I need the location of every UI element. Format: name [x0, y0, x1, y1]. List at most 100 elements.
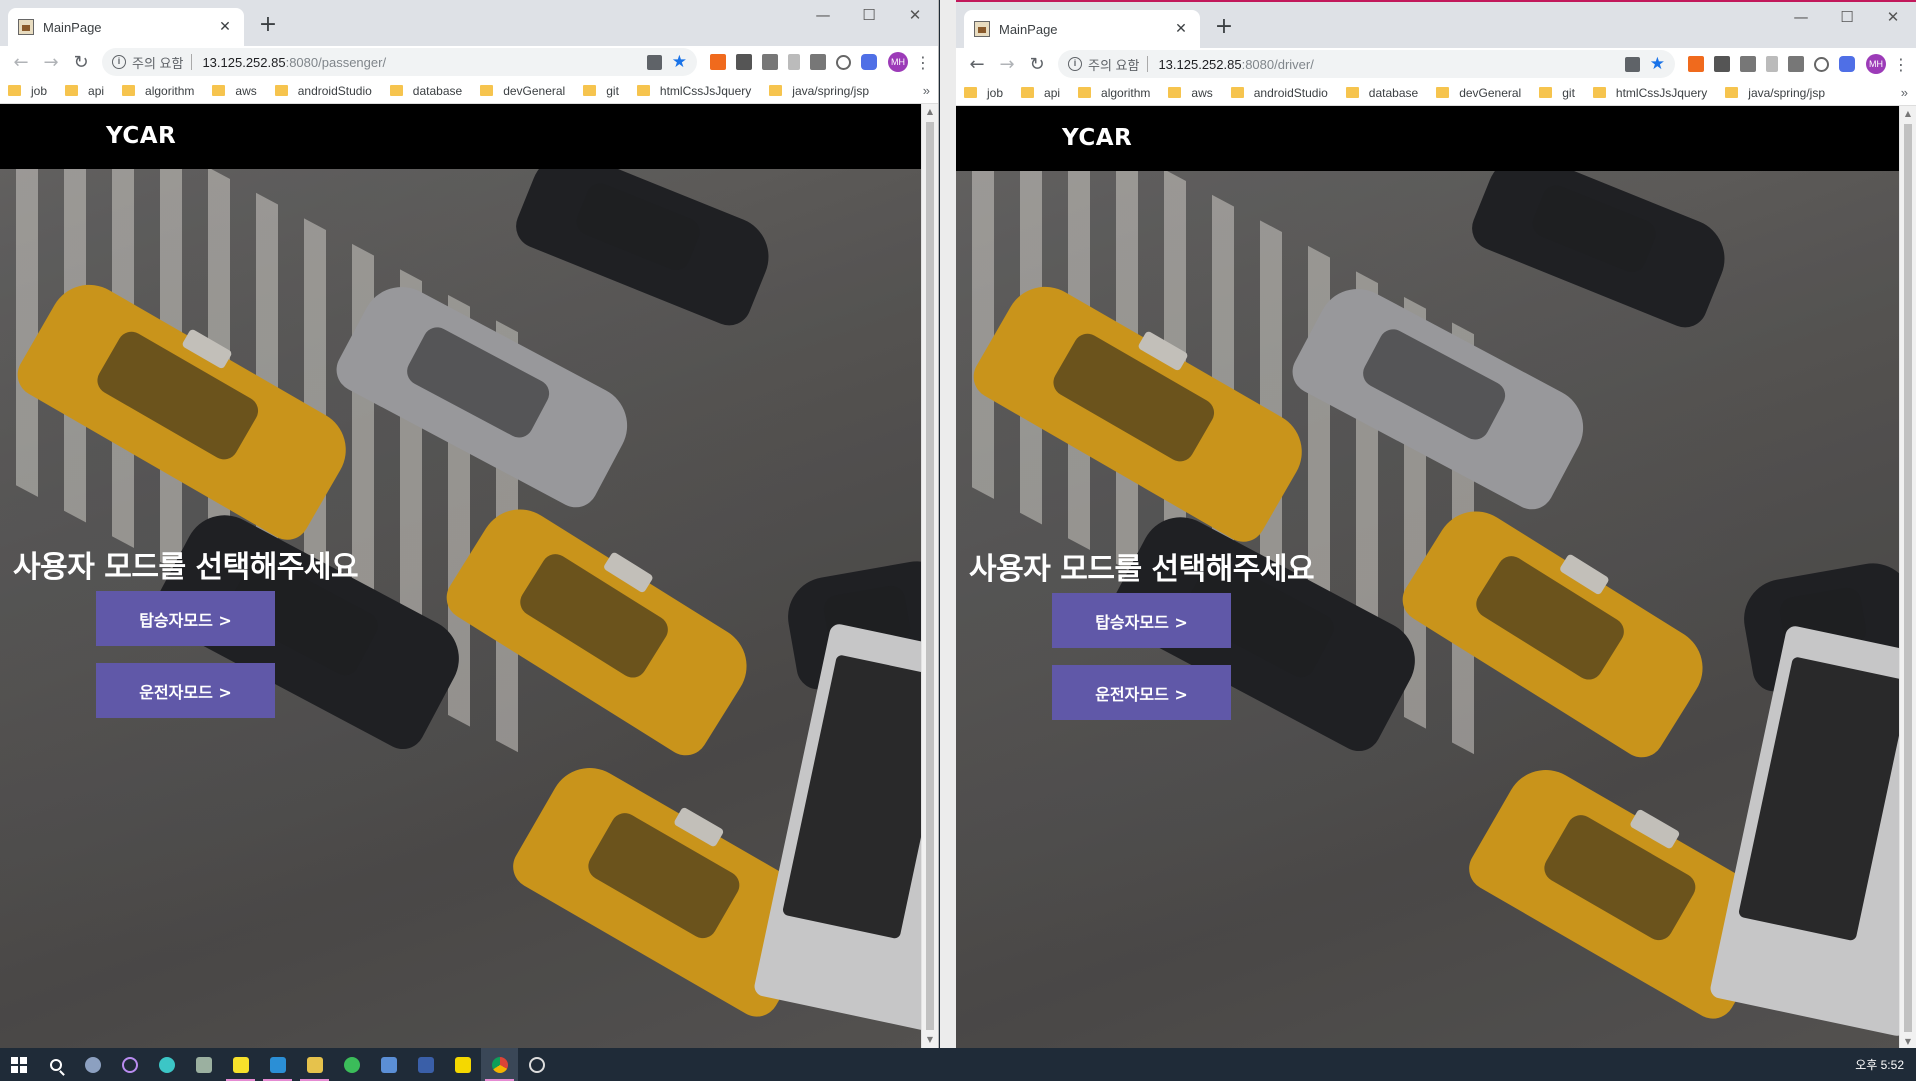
browser-tab[interactable]: MainPage ✕ [964, 10, 1200, 48]
bookmark-folder[interactable]: htmlCssJsJquery [636, 84, 751, 98]
bookmark-folder[interactable]: devGeneral [480, 84, 565, 98]
taskbar-app[interactable] [74, 1048, 111, 1081]
extension-icon[interactable] [836, 54, 851, 70]
driver-mode-button[interactable]: 운전자모드 > [1052, 665, 1231, 720]
bookmark-label: algorithm [145, 83, 195, 98]
maximize-icon[interactable]: ☐ [846, 0, 892, 30]
address-bar[interactable]: i 주의 요함 13.125.252.85 :8080/driver/ ★ [1058, 50, 1675, 78]
bookmark-star-icon[interactable]: ★ [1650, 54, 1665, 74]
bookmark-folder[interactable]: algorithm [1078, 86, 1150, 100]
extension-icon[interactable] [861, 54, 877, 70]
minimize-icon[interactable]: — [800, 0, 846, 30]
taskbar-app[interactable] [111, 1048, 148, 1081]
close-window-icon[interactable]: ✕ [1870, 2, 1916, 32]
browser-tab[interactable]: MainPage ✕ [8, 8, 244, 46]
bookmark-folder[interactable]: git [583, 84, 619, 98]
scroll-up-icon[interactable]: ▲ [1900, 106, 1916, 122]
extension-icon[interactable] [710, 54, 726, 70]
extension-icon[interactable] [736, 54, 752, 70]
taskbar-app[interactable] [444, 1048, 481, 1081]
translate-icon[interactable] [646, 54, 662, 70]
maximize-icon[interactable]: ☐ [1824, 2, 1870, 32]
bookmark-folder[interactable]: api [1021, 86, 1060, 100]
extension-icon[interactable] [1714, 56, 1730, 72]
bookmark-folder[interactable]: database [1345, 86, 1418, 100]
bookmark-folder[interactable]: java/spring/jsp [1725, 86, 1825, 100]
task-view-icon [84, 1056, 101, 1073]
tab-close-icon[interactable]: ✕ [216, 19, 234, 35]
taskbar-app[interactable] [518, 1048, 555, 1081]
extension-icon[interactable] [1740, 56, 1756, 72]
bookmark-star-icon[interactable]: ★ [672, 52, 687, 72]
back-arrow-icon[interactable]: ← [962, 50, 992, 78]
page-scrollbar[interactable]: ▲ ▼ [1899, 106, 1916, 1048]
address-bar[interactable]: i 주의 요함 13.125.252.85 :8080/passenger/ ★ [102, 48, 697, 76]
extension-icon[interactable] [1766, 56, 1778, 72]
passenger-mode-button[interactable]: 탑승자모드 > [1052, 593, 1231, 648]
new-tab-icon[interactable]: + [1212, 14, 1236, 39]
scroll-down-icon[interactable]: ▼ [1900, 1034, 1916, 1048]
taskbar-app[interactable] [259, 1048, 296, 1081]
extension-icon[interactable] [1839, 56, 1855, 72]
bookmark-folder[interactable]: job [964, 86, 1003, 100]
profile-avatar[interactable]: MH [1866, 54, 1886, 74]
bookmark-folder[interactable]: api [65, 84, 104, 98]
bookmark-folder[interactable]: aws [212, 84, 257, 98]
bookmark-folder[interactable]: aws [1168, 86, 1213, 100]
tab-strip: MainPage ✕ + — ☐ ✕ [956, 2, 1916, 48]
reload-icon[interactable]: ↻ [1022, 50, 1052, 78]
forward-arrow-icon[interactable]: → [36, 48, 66, 76]
site-logo[interactable]: YCAR [1062, 125, 1132, 151]
scroll-up-icon[interactable]: ▲ [922, 104, 938, 120]
minimize-icon[interactable]: — [1778, 2, 1824, 32]
passenger-mode-button[interactable]: 탑승자모드 > [96, 591, 275, 646]
bookmark-folder[interactable]: androidStudio [1230, 86, 1328, 100]
extension-icon[interactable] [1688, 56, 1704, 72]
scroll-thumb[interactable] [926, 122, 934, 1030]
translate-icon[interactable] [1624, 56, 1640, 72]
scroll-down-icon[interactable]: ▼ [922, 1032, 938, 1048]
taskbar-app[interactable] [407, 1048, 444, 1081]
forward-arrow-icon[interactable]: → [992, 50, 1022, 78]
reload-icon[interactable]: ↻ [66, 48, 96, 76]
start-button[interactable] [0, 1048, 37, 1081]
extension-icon[interactable] [762, 54, 778, 70]
windows-taskbar: 오후 5:52 [0, 1048, 1916, 1081]
extension-icon[interactable] [1788, 56, 1804, 72]
bookmark-folder[interactable]: devGeneral [1436, 86, 1521, 100]
scroll-thumb[interactable] [1904, 124, 1912, 1032]
taskbar-app[interactable] [370, 1048, 407, 1081]
info-icon[interactable]: i [1068, 57, 1082, 71]
taskbar-search-button[interactable] [37, 1048, 74, 1081]
site-logo[interactable]: YCAR [106, 123, 176, 149]
bookmark-folder[interactable]: algorithm [122, 84, 194, 98]
system-clock[interactable]: 오후 5:52 [1855, 1056, 1916, 1073]
menu-dots-icon[interactable]: ⋮ [914, 53, 932, 72]
bookmark-folder[interactable]: job [8, 84, 47, 98]
page-scrollbar[interactable]: ▲ ▼ [921, 104, 938, 1048]
bookmark-folder[interactable]: database [389, 84, 462, 98]
back-arrow-icon[interactable]: ← [6, 48, 36, 76]
extension-icon[interactable] [788, 54, 800, 70]
taskbar-app[interactable] [296, 1048, 333, 1081]
taskbar-app[interactable] [481, 1048, 518, 1081]
taskbar-app[interactable] [333, 1048, 370, 1081]
driver-mode-button[interactable]: 운전자모드 > [96, 663, 275, 718]
bookmark-folder[interactable]: java/spring/jsp [769, 84, 869, 98]
bookmark-folder[interactable]: git [1539, 86, 1575, 100]
close-window-icon[interactable]: ✕ [892, 0, 938, 30]
bookmark-folder[interactable]: androidStudio [274, 84, 372, 98]
taskbar-app[interactable] [222, 1048, 259, 1081]
profile-avatar[interactable]: MH [888, 52, 908, 72]
bookmarks-overflow-icon[interactable]: » [1901, 85, 1908, 100]
bookmark-folder[interactable]: htmlCssJsJquery [1592, 86, 1707, 100]
taskbar-app[interactable] [185, 1048, 222, 1081]
tab-close-icon[interactable]: ✕ [1172, 21, 1190, 37]
menu-dots-icon[interactable]: ⋮ [1892, 55, 1910, 74]
bookmarks-overflow-icon[interactable]: » [923, 83, 930, 98]
extension-icon[interactable] [1814, 56, 1829, 72]
info-icon[interactable]: i [112, 55, 126, 69]
extension-icon[interactable] [810, 54, 826, 70]
taskbar-app[interactable] [148, 1048, 185, 1081]
new-tab-icon[interactable]: + [256, 12, 280, 37]
